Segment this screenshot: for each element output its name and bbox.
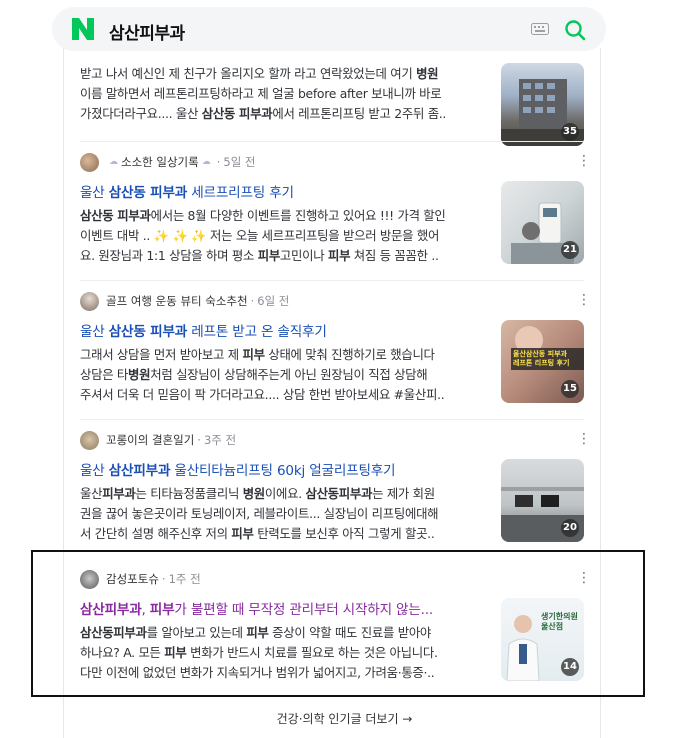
post-time: 5일 전 bbox=[223, 155, 256, 169]
result-thumbnail[interactable]: 35 bbox=[501, 63, 584, 146]
post-time: 3주 전 bbox=[203, 433, 237, 447]
description-line: 이벤트 대박 .. ✨ ✨ ✨ 저는 오늘 세르프리프팅을 받으러 방문을 했어 bbox=[80, 228, 440, 243]
separator-dot: · bbox=[216, 155, 221, 169]
list-item[interactable]: 꼬롱이의 결혼일기 · 3주 전 ⋮ 울산 삼산피부과 울산티타늄리프팅 60k… bbox=[80, 429, 600, 554]
description-line: 울산피부과는 티타늄정품클리닉 병원이에요. 삼산동피부과는 제가 회원 bbox=[80, 486, 435, 501]
avatar[interactable] bbox=[80, 291, 99, 311]
cloud-icon: ☁ bbox=[201, 157, 211, 167]
list-item[interactable]: ☁ 소소한 일상기록 ☁ · 5일 전 ⋮ 울산 삼산동 피부과 세르프리프팅 … bbox=[80, 151, 600, 276]
avatar[interactable] bbox=[80, 430, 99, 450]
description-line: 가졌다더라구요.... 울산 삼산동 피부과에서 레프톤리프팅 받고 2주뒤 좀… bbox=[80, 106, 447, 121]
cloud-icon: ☁ bbox=[109, 157, 118, 167]
description-line: 받고 나서 예신인 제 친구가 올리지오 할까 라고 연락왔었는데 여기 병원 bbox=[80, 66, 439, 81]
result-thumbnail[interactable]: 21 bbox=[501, 181, 584, 264]
result-description[interactable]: 받고 나서 예신인 제 친구가 올리지오 할까 라고 연락왔었는데 여기 병원이… bbox=[80, 64, 490, 124]
image-count-badge: 15 bbox=[561, 380, 579, 398]
search-bar[interactable]: 삼산피부과 bbox=[52, 7, 606, 51]
result-description[interactable]: 그래서 상담을 먼저 받아보고 제 피부 상태에 맞춰 진행하기로 했습니다상담… bbox=[80, 345, 490, 405]
keyboard-icon[interactable] bbox=[531, 23, 549, 35]
image-count-badge: 21 bbox=[561, 241, 579, 259]
divider bbox=[80, 419, 584, 420]
more-options-icon[interactable]: ⋮ bbox=[577, 293, 591, 307]
result-thumbnail[interactable]: 20 bbox=[501, 459, 584, 542]
search-query[interactable]: 삼산피부과 bbox=[109, 19, 185, 44]
separator-dot: · bbox=[197, 433, 201, 447]
list-item[interactable]: 골프 여행 운동 뷰티 숙소추천 · 6일 전 ⋮ 울산 삼산동 피부과 레프톤… bbox=[80, 290, 600, 415]
description-line: 삼산동 피부과에서는 8월 다양한 이벤트를 진행하고 있어요 !!! 가격 할… bbox=[80, 208, 446, 223]
author-name[interactable]: 소소한 일상기록 bbox=[121, 154, 199, 170]
description-line: 요. 원장님과 1:1 상담을 하며 평소 피부고민이나 피부 쳐짐 등 꼼꼼한… bbox=[80, 248, 439, 263]
avatar[interactable] bbox=[80, 152, 99, 172]
description-line: 상담은 타병원처럼 실장님이 상담해주는게 아닌 원장님이 직접 상담해 bbox=[80, 367, 428, 382]
footer-label[interactable]: 건강·의학 인기글 더보기 → bbox=[277, 712, 413, 726]
result-description[interactable]: 울산피부과는 티타늄정품클리닉 병원이에요. 삼산동피부과는 제가 회원권을 끊… bbox=[80, 484, 490, 544]
description-line: 이름 말하면서 레프톤리프팅하라고 제 얼굴 before after 보내니까… bbox=[80, 86, 442, 101]
more-popular-posts-link[interactable]: 건강·의학 인기글 더보기 → bbox=[0, 710, 689, 727]
divider bbox=[80, 141, 584, 142]
post-meta: ☁ 소소한 일상기록 ☁ · 5일 전 bbox=[80, 151, 256, 173]
list-item[interactable]: 받고 나서 예신인 제 친구가 올리지오 할까 라고 연락왔었는데 여기 병원이… bbox=[80, 48, 600, 146]
post-meta: 골프 여행 운동 뷰티 숙소추천 · 6일 전 bbox=[80, 290, 289, 312]
description-line: 그래서 상담을 먼저 받아보고 제 피부 상태에 맞춰 진행하기로 했습니다 bbox=[80, 347, 435, 362]
image-count-badge: 35 bbox=[561, 123, 579, 141]
more-options-icon[interactable]: ⋮ bbox=[577, 154, 591, 168]
thumbnail-caption: 울산삼산동 피부과 레프톤 리프팅 후기 bbox=[513, 350, 570, 367]
selection-highlight-box bbox=[31, 550, 645, 697]
description-line: 주셔서 더욱 더 믿음이 팍 가더라고요.... 상담 한번 받아보세요 #울산… bbox=[80, 387, 445, 402]
separator-dot: · bbox=[250, 294, 255, 308]
result-title[interactable]: 울산 삼산동 피부과 세르프리프팅 후기 bbox=[80, 181, 490, 201]
post-meta: 꼬롱이의 결혼일기 · 3주 전 bbox=[80, 429, 236, 451]
author-name[interactable]: 골프 여행 운동 뷰티 숙소추천 bbox=[106, 293, 248, 309]
image-count-badge: 20 bbox=[561, 519, 579, 537]
post-time: 6일 전 bbox=[257, 294, 290, 308]
author-name[interactable]: 꼬롱이의 결혼일기 bbox=[106, 432, 194, 448]
result-title[interactable]: 울산 삼산동 피부과 레프톤 받고 온 솔직후기 bbox=[80, 320, 490, 340]
result-title[interactable]: 울산 삼산피부과 울산티타늄리프팅 60kj 얼굴리프팅후기 bbox=[80, 459, 490, 479]
result-thumbnail[interactable]: 울산삼산동 피부과 레프톤 리프팅 후기 15 bbox=[501, 320, 584, 403]
description-line: 서 간단히 설명 해주신후 저의 피부 탄력도를 보신후 아직 그렇게 할곳.. bbox=[80, 526, 435, 541]
naver-logo-icon[interactable] bbox=[72, 18, 94, 40]
more-options-icon[interactable]: ⋮ bbox=[577, 432, 591, 446]
search-icon[interactable] bbox=[564, 19, 586, 41]
divider bbox=[80, 280, 584, 281]
description-line: 권을 끊어 놓은곳이라 토닝레이저, 레블라이트... 실장님이 리프팅에대해 bbox=[80, 506, 439, 521]
result-description[interactable]: 삼산동 피부과에서는 8월 다양한 이벤트를 진행하고 있어요 !!! 가격 할… bbox=[80, 206, 490, 266]
